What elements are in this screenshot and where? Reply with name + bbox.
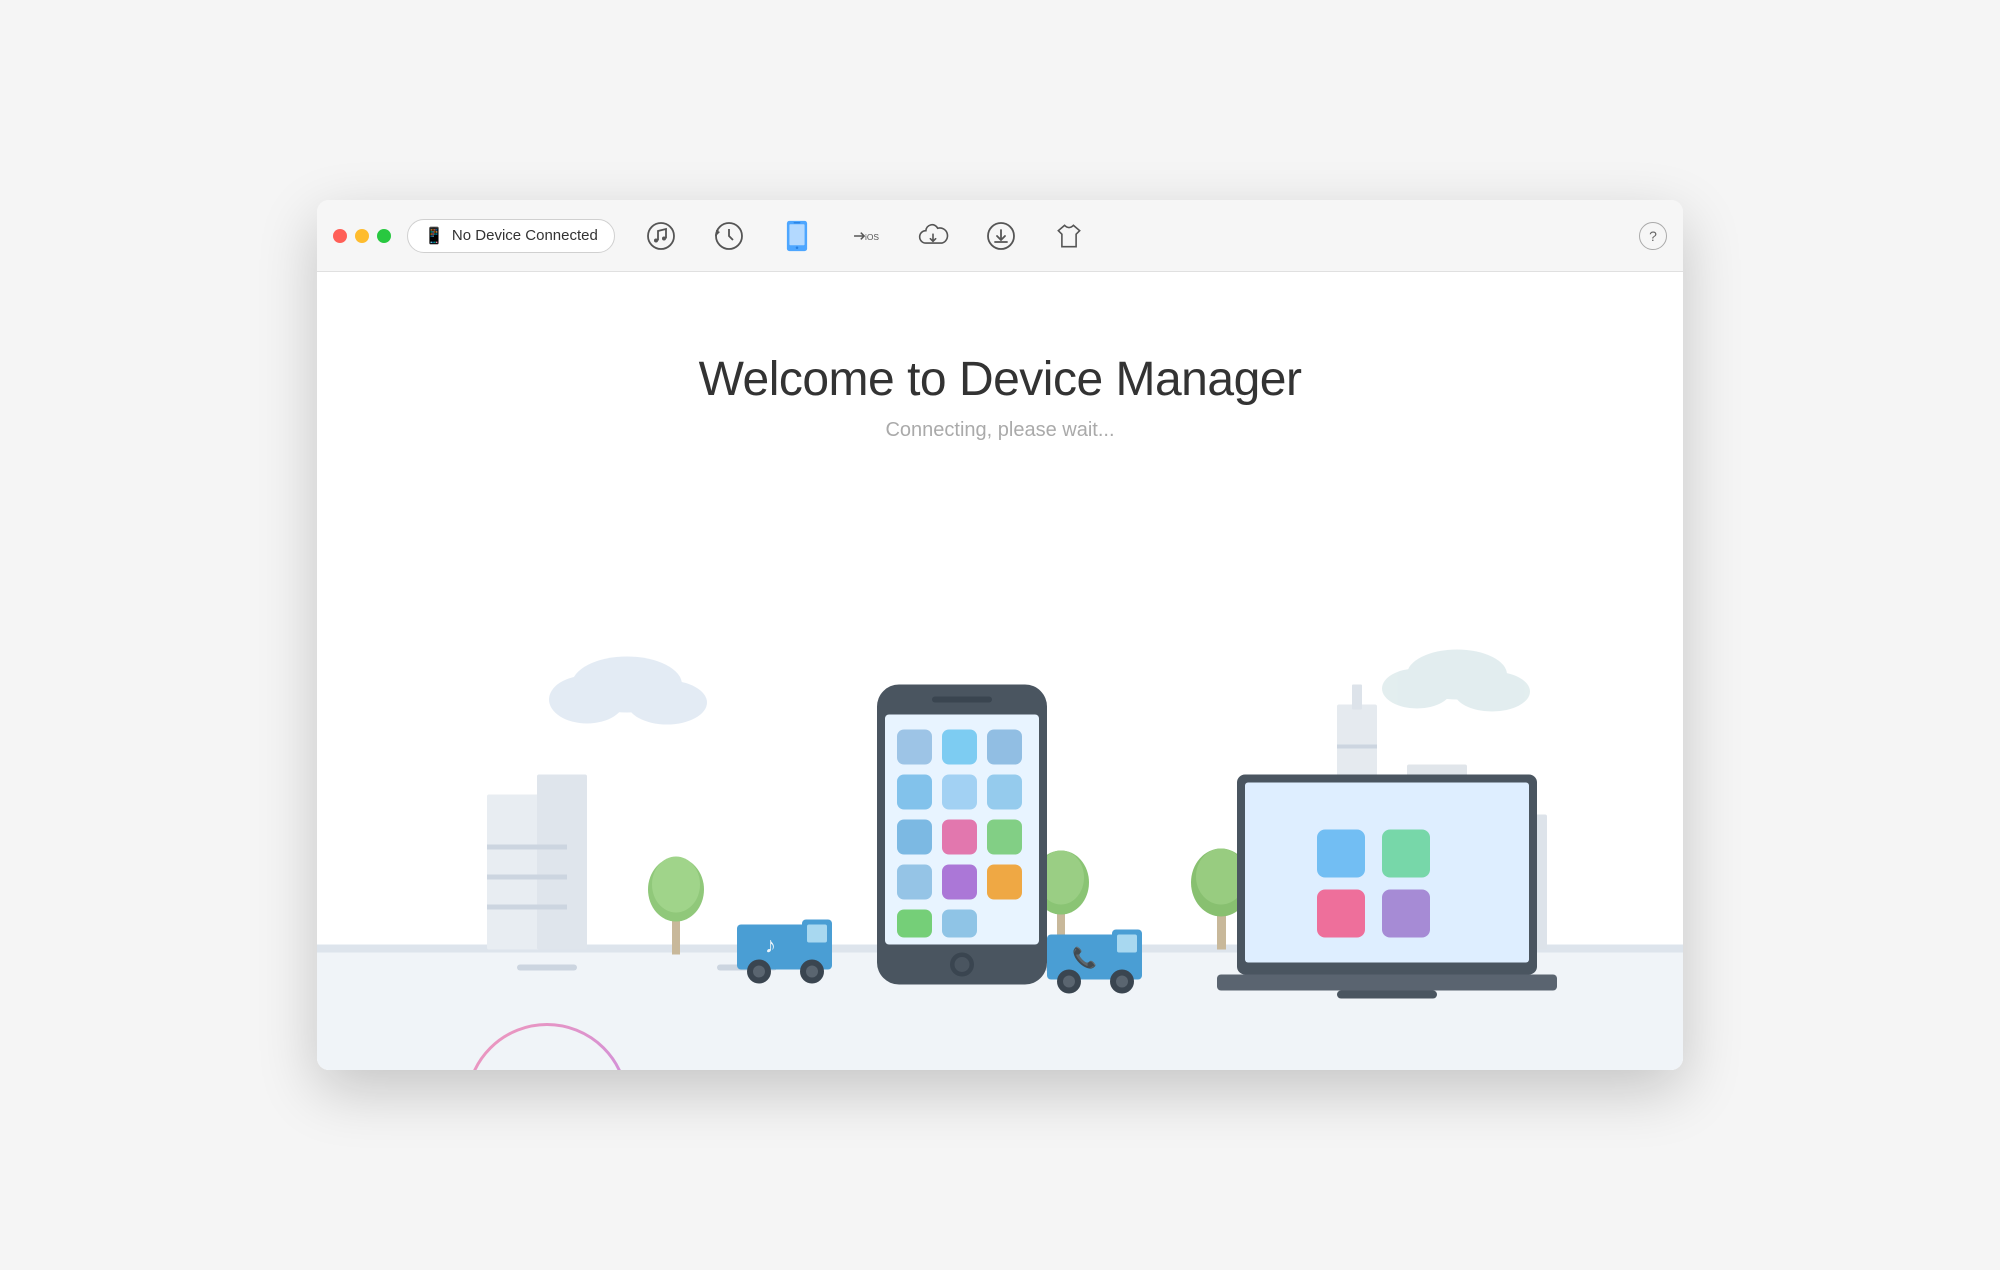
- maximize-button[interactable]: [377, 229, 391, 243]
- nav-device-button[interactable]: [775, 214, 819, 258]
- scene-svg: ♫ ♪: [317, 482, 1683, 1070]
- titlebar: 📱 No Device Connected: [317, 200, 1683, 272]
- nav-ios-transfer-button[interactable]: iOS: [843, 214, 887, 258]
- welcome-title: Welcome to Device Manager: [699, 352, 1302, 407]
- svg-text:♪: ♪: [765, 933, 776, 958]
- app-window: 📱 No Device Connected: [317, 200, 1683, 1070]
- svg-text:📞: 📞: [1072, 945, 1097, 970]
- traffic-lights: [333, 229, 391, 243]
- device-selector[interactable]: 📱 No Device Connected: [407, 219, 615, 253]
- welcome-section: Welcome to Device Manager Connecting, pl…: [699, 352, 1302, 442]
- nav-icons: iOS: [639, 214, 1639, 258]
- tree-left-1: [648, 857, 704, 955]
- help-button[interactable]: ?: [1639, 222, 1667, 250]
- nav-ringtone-button[interactable]: [1047, 214, 1091, 258]
- device-selector-icon: 📱: [424, 226, 444, 246]
- svg-text:iOS: iOS: [865, 232, 879, 242]
- main-content: Welcome to Device Manager Connecting, pl…: [317, 272, 1683, 1070]
- close-button[interactable]: [333, 229, 347, 243]
- illustration: ♫ ♪: [317, 482, 1683, 1070]
- nav-backup-button[interactable]: [707, 214, 751, 258]
- welcome-subtitle: Connecting, please wait...: [699, 419, 1302, 442]
- laptop: [1217, 775, 1557, 999]
- help-label: ?: [1649, 228, 1657, 244]
- minimize-button[interactable]: [355, 229, 369, 243]
- nav-cloud-button[interactable]: [911, 214, 955, 258]
- svg-text:♫: ♫: [519, 1057, 575, 1071]
- smartphone: [877, 685, 1047, 985]
- device-selector-label: No Device Connected: [452, 227, 598, 244]
- nav-download-button[interactable]: [979, 214, 1023, 258]
- nav-music-button[interactable]: [639, 214, 683, 258]
